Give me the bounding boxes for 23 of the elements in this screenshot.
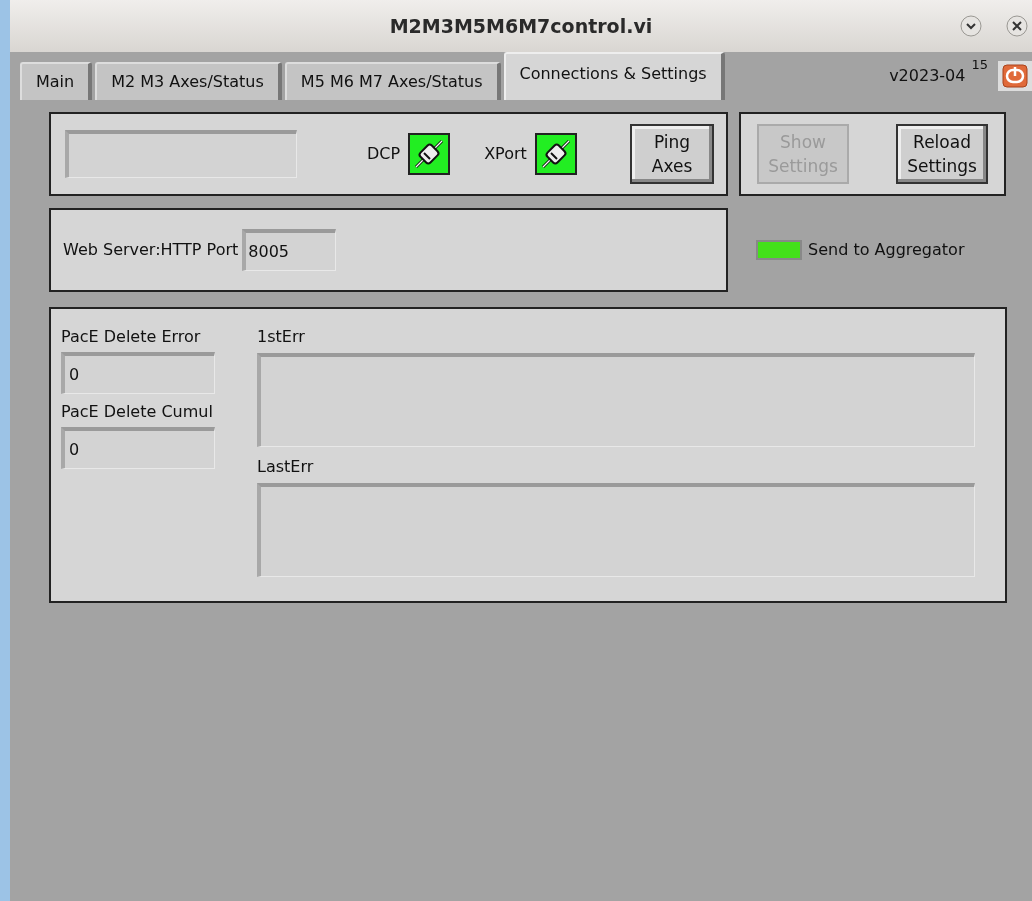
counter-field: 0 xyxy=(61,352,215,394)
version-label: v2023-04 xyxy=(889,65,966,87)
tab[interactable]: M5 M6 M7 Axes/Status xyxy=(284,62,501,100)
close-icon[interactable] xyxy=(1006,15,1028,37)
send-to-aggregator-label: Send to Aggregator xyxy=(808,239,965,261)
counter-field: 0 xyxy=(61,427,215,469)
tab[interactable]: Main xyxy=(20,62,93,100)
indicator-label: XPort xyxy=(484,143,527,165)
error-label: LastErr xyxy=(257,456,315,478)
version-number: 15 xyxy=(971,56,988,74)
web-server-label: Web Server:HTTP Port xyxy=(63,239,239,261)
stop-icon[interactable] xyxy=(998,61,1032,91)
window-title: M2M3M5M6M7control.vi xyxy=(389,13,653,39)
ping-axes-button[interactable]: Ping Axes xyxy=(630,124,714,184)
error-label: 1stErr xyxy=(257,326,306,348)
tab[interactable]: Connections & Settings xyxy=(503,52,725,100)
tab[interactable]: M2 M3 Axes/Status xyxy=(95,62,282,100)
settings-button[interactable]: Reload Settings xyxy=(896,124,988,184)
http-port-field[interactable]: 8005 xyxy=(242,229,337,271)
counter-label: PacE Delete Error xyxy=(61,326,202,348)
chevron-down-icon[interactable] xyxy=(960,15,982,37)
counter-label: PacE Delete Cumul xyxy=(61,401,214,423)
indicator-label: DCP xyxy=(367,143,401,165)
